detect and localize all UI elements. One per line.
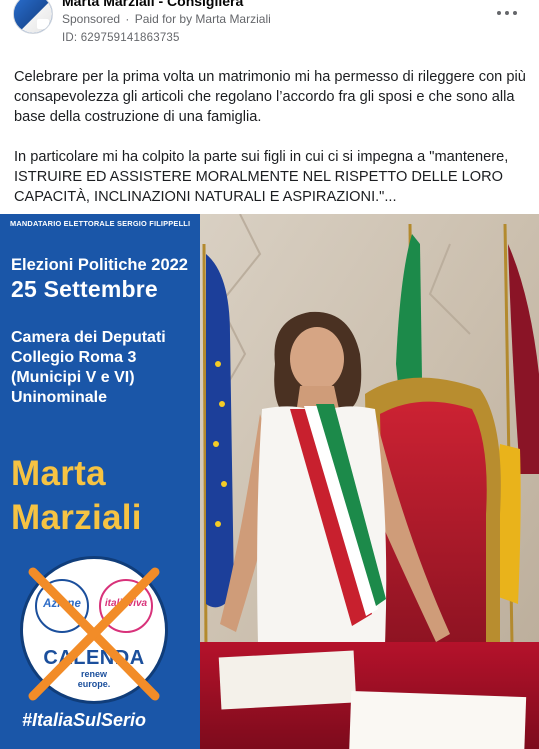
constituency-line: Uninominale bbox=[11, 389, 108, 406]
paid-for-by-link[interactable]: Paid for by Marta Marziali bbox=[135, 12, 271, 26]
candidate-first-name: Marta bbox=[11, 454, 106, 493]
ad-creative[interactable]: MANDATARIO ELETTORALE SERGIO FILIPPELLI … bbox=[0, 214, 539, 749]
election-title: Elezioni Politiche 2022 bbox=[11, 256, 188, 274]
constituency-block: Camera dei Deputati Collegio Roma 3 (Mun… bbox=[11, 328, 196, 408]
campaign-panel: MANDATARIO ELETTORALE SERGIO FILIPPELLI … bbox=[0, 214, 200, 749]
vote-cross-icon bbox=[28, 567, 160, 701]
candidate-last-name: Marziali bbox=[11, 498, 142, 537]
post-header: Marta Marziali - Consigliera Sponsored ·… bbox=[0, 0, 539, 52]
post-body: Celebrare per la prima volta un matrimon… bbox=[14, 67, 529, 227]
campaign-hashtag: #ItaliaSulSerio bbox=[22, 710, 147, 730]
ad-id: ID: 629759141863735 bbox=[62, 32, 180, 44]
constituency-line: (Municipi V e VI) bbox=[11, 369, 135, 386]
sponsored-label: Sponsored bbox=[62, 12, 121, 26]
post-meta: Sponsored · Paid for by Marta Marziali bbox=[62, 12, 271, 26]
avatar-badge bbox=[37, 19, 49, 29]
page-name-link[interactable]: Marta Marziali - Consigliera bbox=[62, 0, 243, 9]
constituency-line: Collegio Roma 3 bbox=[11, 349, 137, 366]
post-paragraph-2: In particolare mi ha colpito la parte su… bbox=[14, 149, 509, 205]
meta-separator: · bbox=[125, 12, 130, 26]
page-avatar[interactable] bbox=[13, 0, 53, 34]
mandatario-label: MANDATARIO ELETTORALE SERGIO FILIPPELLI bbox=[10, 219, 191, 228]
more-horizontal-icon[interactable] bbox=[497, 8, 517, 18]
post-paragraph-1: Celebrare per la prima volta un matrimon… bbox=[14, 69, 526, 125]
constituency-line: Camera dei Deputati bbox=[11, 329, 166, 346]
candidate-photo bbox=[200, 214, 539, 749]
election-date: 25 Settembre bbox=[11, 276, 158, 302]
